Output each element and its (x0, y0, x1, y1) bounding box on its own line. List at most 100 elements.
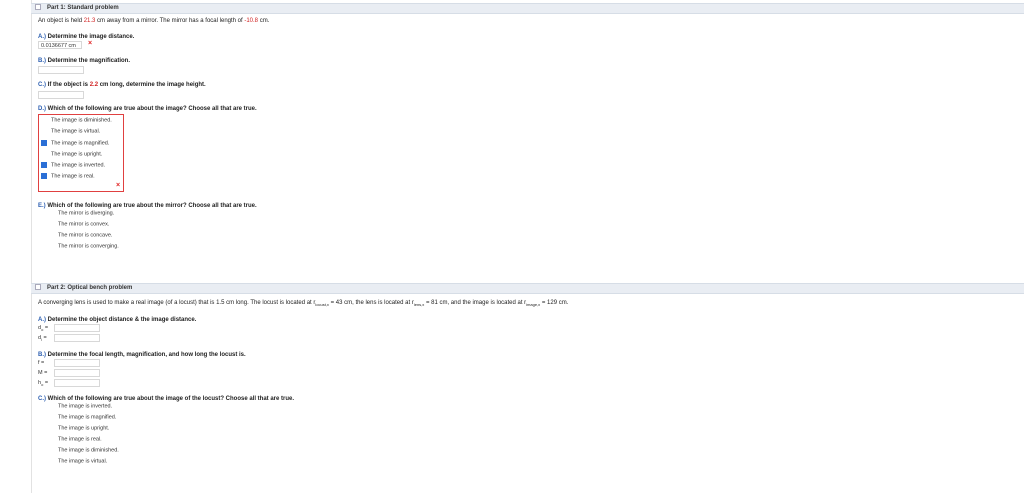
checkbox[interactable] (41, 117, 47, 123)
question-text: Determine the focal length, magnificatio… (46, 352, 246, 358)
question-text: Determine the object distance & the imag… (46, 317, 197, 323)
incorrect-icon: × (116, 182, 121, 189)
checkbox[interactable] (41, 151, 47, 157)
checkbox[interactable] (41, 140, 47, 146)
option-label: The mirror is convex. (58, 221, 110, 228)
option-virtual-2[interactable]: The image is virtual. (48, 458, 107, 464)
option-concave[interactable]: The mirror is concave. (48, 232, 112, 238)
checkbox[interactable] (48, 447, 54, 453)
prompt-text: = 81 cm, and the image is located at r (424, 300, 527, 306)
question-text: Which of the following are true about th… (46, 106, 257, 112)
question-text: cm long, determine the image height. (98, 82, 206, 88)
magnification-input-2[interactable] (54, 369, 100, 377)
option-label: The image is magnified. (51, 140, 110, 147)
question-letter: A.) (38, 34, 46, 40)
option-upright-2[interactable]: The image is upright. (48, 425, 109, 431)
option-virtual[interactable]: The image is virtual. (41, 128, 100, 134)
focal-length-input[interactable] (54, 359, 100, 367)
part1-question-c: C.) If the object is 2.2 cm long, determ… (38, 82, 206, 88)
checkbox[interactable] (48, 243, 54, 249)
locust-length-label: ho = (38, 380, 48, 387)
option-upright[interactable]: The image is upright. (41, 151, 102, 157)
prompt-text: cm. (258, 18, 270, 24)
incorrect-icon: × (88, 40, 93, 47)
checkbox[interactable] (41, 162, 47, 168)
question-letter: C.) (38, 82, 46, 88)
prompt-text: = 129 cm. (540, 300, 569, 306)
image-distance-input[interactable]: 0.0136677 cm (38, 41, 82, 49)
option-label: The image is upright. (58, 425, 110, 432)
left-divider (31, 0, 32, 493)
option-label: The image is virtual. (51, 128, 101, 135)
option-magnified[interactable]: The image is magnified. (41, 140, 109, 146)
question-text: Determine the magnification. (46, 58, 131, 64)
image-height-input[interactable] (38, 91, 84, 99)
question-letter: B.) (38, 58, 46, 64)
part1-question-a: A.) Determine the image distance. (38, 34, 134, 40)
equals-sign: = (43, 380, 49, 386)
option-diminished[interactable]: The image is diminished. (41, 117, 112, 123)
object-distance-input[interactable] (54, 324, 100, 332)
part1-question-e: E.) Which of the following are true abou… (38, 203, 257, 209)
prompt-text: cm away from a mirror. The mirror has a … (95, 18, 245, 24)
option-diminished-2[interactable]: The image is diminished. (48, 447, 119, 453)
option-magnified-2[interactable]: The image is magnified. (48, 414, 116, 420)
option-label: The image is magnified. (58, 414, 117, 421)
option-real[interactable]: The image is real. (41, 173, 95, 179)
collapse-icon[interactable] (35, 284, 41, 291)
option-label: The image is real. (51, 173, 95, 180)
question-letter: E.) (38, 203, 46, 209)
question-text: Which of the following are true about th… (46, 396, 295, 402)
option-label: The image is real. (58, 436, 102, 443)
question-letter: D.) (38, 106, 46, 112)
object-height-value: 2.2 (89, 82, 99, 88)
option-label: The image is inverted. (51, 162, 106, 169)
checkbox[interactable] (48, 414, 54, 420)
part1-title: Part 1: Standard problem (47, 5, 119, 11)
prompt-text: = 43 cm, the lens is located at r (328, 300, 414, 306)
option-inverted-2[interactable]: The image is inverted. (48, 403, 112, 409)
part2-header[interactable]: Part 2: Optical bench problem (31, 283, 1024, 294)
object-distance-label: do = (38, 325, 48, 332)
checkbox[interactable] (48, 403, 54, 409)
focal-length-label: f = (38, 360, 45, 366)
option-real-2[interactable]: The image is real. (48, 436, 102, 442)
prompt-text: A converging lens is used to make a real… (38, 300, 316, 306)
locust-length-input[interactable] (54, 379, 100, 387)
prompt-subscript: lens,x (413, 302, 425, 308)
option-label: The mirror is converging. (58, 243, 119, 250)
focal-length-value: -10.8 (244, 18, 259, 24)
equals-sign: = (41, 335, 47, 341)
option-converging[interactable]: The mirror is converging. (48, 243, 119, 249)
image-distance-input-2[interactable] (54, 334, 100, 342)
option-label: The image is inverted. (58, 403, 113, 410)
collapse-icon[interactable] (35, 4, 41, 11)
option-label: The image is diminished. (51, 117, 112, 124)
question-text: If the object is (46, 82, 90, 88)
part1-prompt: An object is held 21.3 cm away from a mi… (38, 18, 269, 24)
option-label: The image is virtual. (58, 458, 108, 465)
question-letter: B.) (38, 352, 46, 358)
checkbox[interactable] (48, 232, 54, 238)
option-convex[interactable]: The mirror is convex. (48, 221, 109, 227)
magnification-input[interactable] (38, 66, 84, 74)
prompt-subscript: locust,x (315, 302, 329, 308)
checkbox[interactable] (41, 128, 47, 134)
part2-question-c: C.) Which of the following are true abou… (38, 396, 294, 402)
checkbox[interactable] (48, 458, 54, 464)
checkbox[interactable] (41, 173, 47, 179)
option-label: The mirror is concave. (58, 232, 113, 239)
object-distance-value: 21.3 (83, 18, 96, 24)
part1-question-d: D.) Which of the following are true abou… (38, 106, 257, 112)
part1-header[interactable]: Part 1: Standard problem (31, 3, 1024, 14)
checkbox[interactable] (48, 425, 54, 431)
prompt-text: An object is held (38, 18, 84, 24)
checkbox[interactable] (48, 221, 54, 227)
option-label: The mirror is diverging. (58, 210, 115, 217)
option-inverted[interactable]: The image is inverted. (41, 162, 105, 168)
checkbox[interactable] (48, 210, 54, 216)
part2-question-b: B.) Determine the focal length, magnific… (38, 352, 246, 358)
checkbox[interactable] (48, 436, 54, 442)
prompt-subscript: image,x (526, 302, 541, 308)
option-diverging[interactable]: The mirror is diverging. (48, 210, 114, 216)
